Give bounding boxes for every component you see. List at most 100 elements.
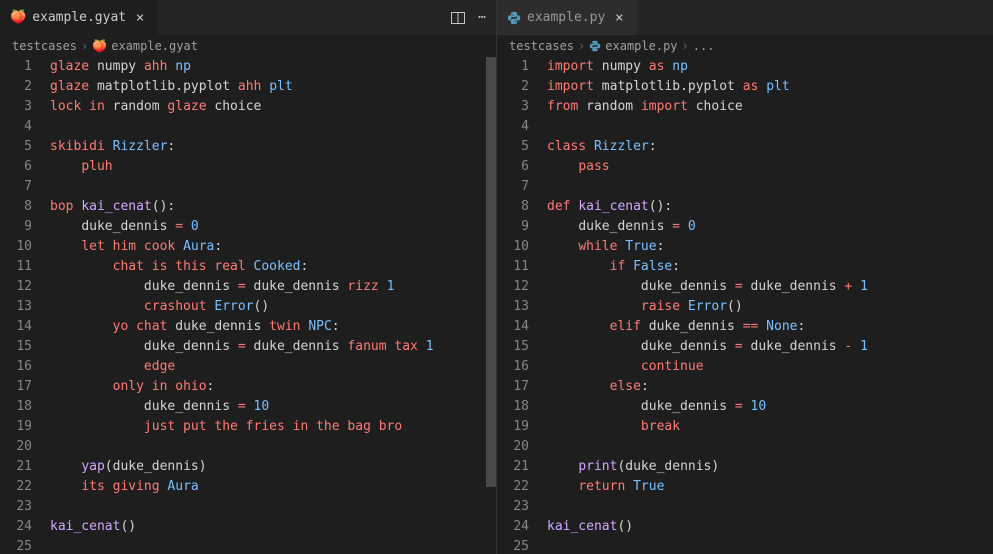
breadcrumb-file[interactable]: example.gyat	[111, 39, 198, 53]
code-editor-right[interactable]: 1234567891011121314151617181920212223242…	[497, 57, 993, 554]
code-line[interactable]: its giving Aura	[50, 477, 496, 497]
code-line[interactable]	[50, 177, 496, 197]
code-line[interactable]: pass	[547, 157, 993, 177]
code-line[interactable]: crashout Error()	[50, 297, 496, 317]
code-line[interactable]	[50, 497, 496, 517]
code-line[interactable]: bop kai_cenat():	[50, 197, 496, 217]
code-line[interactable]	[547, 537, 993, 554]
code-line[interactable]: glaze numpy ahh np	[50, 57, 496, 77]
line-number: 7	[497, 177, 529, 197]
code-content[interactable]: import numpy as npimport matplotlib.pypl…	[547, 57, 993, 554]
python-icon	[507, 11, 521, 25]
code-line[interactable]	[50, 437, 496, 457]
code-line[interactable]: kai_cenat()	[50, 517, 496, 537]
editor-pane-right: example.py × testcases › example.py › ..…	[497, 0, 993, 554]
code-line[interactable]: duke_dennis = 0	[547, 217, 993, 237]
code-line[interactable]: yo chat duke_dennis twin NPC:	[50, 317, 496, 337]
line-number: 11	[497, 257, 529, 277]
close-icon[interactable]: ×	[611, 10, 627, 26]
line-number: 6	[0, 157, 32, 177]
line-number: 10	[497, 237, 529, 257]
code-line[interactable]: duke_dennis = duke_dennis - 1	[547, 337, 993, 357]
line-number: 10	[0, 237, 32, 257]
code-line[interactable]	[547, 497, 993, 517]
breadcrumb-left[interactable]: testcases › 🍑 example.gyat	[0, 35, 496, 57]
code-line[interactable]: continue	[547, 357, 993, 377]
line-number: 5	[497, 137, 529, 157]
line-number: 15	[497, 337, 529, 357]
line-number: 21	[497, 457, 529, 477]
code-line[interactable]: glaze matplotlib.pyplot ahh plt	[50, 77, 496, 97]
code-line[interactable]: else:	[547, 377, 993, 397]
line-number: 25	[497, 537, 529, 554]
tab-bar-right: example.py ×	[497, 0, 993, 35]
code-line[interactable]: pluh	[50, 157, 496, 177]
code-line[interactable]: yap(duke_dennis)	[50, 457, 496, 477]
line-number: 9	[497, 217, 529, 237]
line-number: 8	[497, 197, 529, 217]
line-number: 17	[497, 377, 529, 397]
code-line[interactable]: print(duke_dennis)	[547, 457, 993, 477]
code-line[interactable]	[547, 177, 993, 197]
code-line[interactable]: skibidi Rizzler:	[50, 137, 496, 157]
code-line[interactable]: only in ohio:	[50, 377, 496, 397]
code-line[interactable]: duke_dennis = duke_dennis fanum tax 1	[50, 337, 496, 357]
code-line[interactable]: break	[547, 417, 993, 437]
code-line[interactable]: def kai_cenat():	[547, 197, 993, 217]
line-number: 20	[497, 437, 529, 457]
breadcrumb-right[interactable]: testcases › example.py › ...	[497, 35, 993, 57]
line-number: 16	[497, 357, 529, 377]
code-line[interactable]: duke_dennis = 10	[547, 397, 993, 417]
line-number-gutter: 1234567891011121314151617181920212223242…	[0, 57, 50, 554]
scrollbar-thumb[interactable]	[486, 57, 496, 487]
code-line[interactable]: duke_dennis = duke_dennis + 1	[547, 277, 993, 297]
split-editor-icon[interactable]	[450, 10, 466, 26]
code-line[interactable]: raise Error()	[547, 297, 993, 317]
code-line[interactable]: chat is this real Cooked:	[50, 257, 496, 277]
editor-pane-left: 🍑 example.gyat × ⋯ testcases › 🍑 example…	[0, 0, 497, 554]
close-icon[interactable]: ×	[132, 10, 148, 26]
code-line[interactable]: class Rizzler:	[547, 137, 993, 157]
code-line[interactable]: duke_dennis = 0	[50, 217, 496, 237]
line-number: 22	[0, 477, 32, 497]
code-editor-left[interactable]: 1234567891011121314151617181920212223242…	[0, 57, 496, 554]
breadcrumb-folder[interactable]: testcases	[12, 39, 77, 53]
code-line[interactable]: elif duke_dennis == None:	[547, 317, 993, 337]
breadcrumb-more[interactable]: ...	[693, 39, 715, 53]
code-line[interactable]: if False:	[547, 257, 993, 277]
code-content[interactable]: glaze numpy ahh npglaze matplotlib.pyplo…	[50, 57, 496, 554]
code-line[interactable]: return True	[547, 477, 993, 497]
code-line[interactable]: let him cook Aura:	[50, 237, 496, 257]
more-actions-icon[interactable]: ⋯	[478, 10, 486, 26]
code-line[interactable]: while True:	[547, 237, 993, 257]
line-number: 12	[0, 277, 32, 297]
code-line[interactable]: lock in random glaze choice	[50, 97, 496, 117]
line-number: 13	[497, 297, 529, 317]
code-line[interactable]	[50, 537, 496, 554]
code-line[interactable]: import matplotlib.pyplot as plt	[547, 77, 993, 97]
line-number: 16	[0, 357, 32, 377]
vertical-scrollbar[interactable]	[486, 57, 496, 554]
code-line[interactable]: just put the fries in the bag bro	[50, 417, 496, 437]
code-line[interactable]: edge	[50, 357, 496, 377]
line-number: 1	[497, 57, 529, 77]
tab-example-gyat[interactable]: 🍑 example.gyat ×	[0, 0, 159, 35]
code-line[interactable]: import numpy as np	[547, 57, 993, 77]
breadcrumb-folder[interactable]: testcases	[509, 39, 574, 53]
code-line[interactable]	[547, 117, 993, 137]
code-line[interactable]	[547, 437, 993, 457]
line-number: 22	[497, 477, 529, 497]
line-number: 7	[0, 177, 32, 197]
tab-example-py[interactable]: example.py ×	[497, 0, 638, 35]
line-number: 21	[0, 457, 32, 477]
breadcrumb-file[interactable]: example.py	[605, 39, 677, 53]
code-line[interactable]: kai_cenat()	[547, 517, 993, 537]
code-line[interactable]: from random import choice	[547, 97, 993, 117]
tab-label: example.gyat	[32, 10, 126, 25]
code-line[interactable]: duke_dennis = 10	[50, 397, 496, 417]
line-number: 4	[0, 117, 32, 137]
line-number: 24	[0, 517, 32, 537]
code-line[interactable]: duke_dennis = duke_dennis rizz 1	[50, 277, 496, 297]
python-icon	[589, 40, 601, 52]
code-line[interactable]	[50, 117, 496, 137]
